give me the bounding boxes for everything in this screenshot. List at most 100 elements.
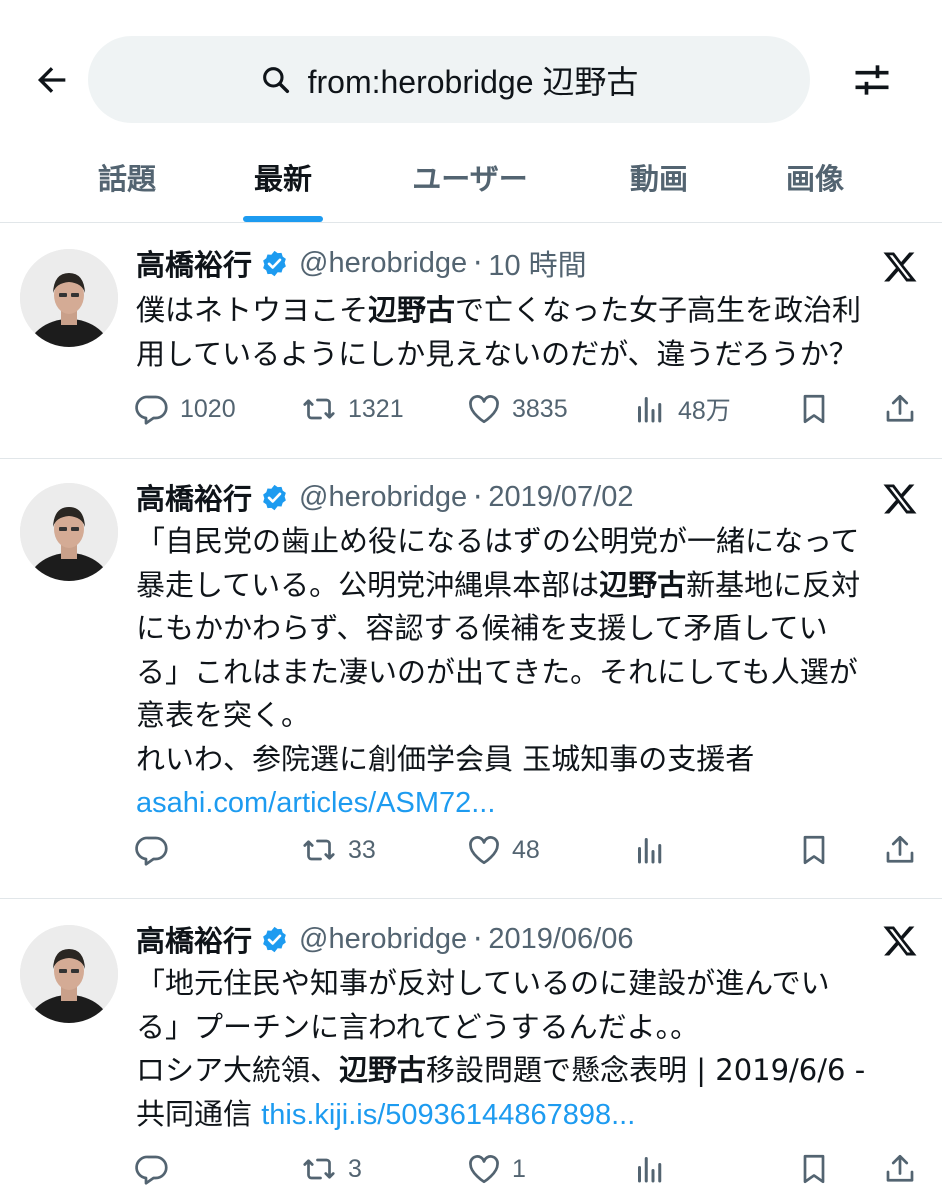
avatar[interactable] bbox=[20, 925, 118, 1023]
tab-latest[interactable]: 最新 bbox=[236, 130, 330, 223]
separator-dot: · bbox=[473, 480, 483, 514]
author-name[interactable]: 高橋裕行 bbox=[136, 918, 252, 960]
tweet-line: 「自民党の歯止め役になるはずの公明党が一緒になって bbox=[136, 520, 926, 564]
text-segment: 「地元住民や知事が反対しているのに建設が進んでい bbox=[136, 966, 830, 1000]
tweet-actions: 1020 1321 3835 48万 bbox=[130, 385, 930, 433]
text-segment: る」プーチンに言われてどうするんだよ。。 bbox=[136, 1009, 700, 1044]
back-arrow-icon bbox=[37, 67, 66, 93]
reply-button[interactable] bbox=[134, 826, 180, 874]
views-icon bbox=[638, 1157, 662, 1183]
tweet-card[interactable]: 高橋裕行 @herobridge · 2019/06/06 「地元住民や知事が反… bbox=[0, 899, 942, 1200]
tweet-line: ロシア大統領、辺野古移設問題で懸念表明 | 2019/6/6 - bbox=[136, 1049, 926, 1093]
share-button[interactable] bbox=[882, 826, 918, 874]
highlighted-keyword: 辺野古 bbox=[599, 567, 687, 602]
back-button[interactable] bbox=[28, 56, 76, 104]
text-segment: 「自民党の歯止め役になるはずの公明党が一緒になって bbox=[136, 524, 860, 558]
text-segment: 暴走している。公明党沖縄県本部は bbox=[136, 567, 600, 602]
tab-videos[interactable]: 動画 bbox=[612, 130, 706, 223]
tweet-line: れいわ、参院選に創価学会員 玉城知事の支援者 bbox=[136, 738, 926, 782]
text-segment: で亡くなった女子高生を政治利 bbox=[455, 293, 862, 327]
like-button[interactable]: 3835 bbox=[466, 385, 568, 433]
repost-count: 3 bbox=[348, 1154, 362, 1183]
views-icon bbox=[638, 838, 662, 864]
views-button[interactable] bbox=[632, 826, 678, 874]
author-handle[interactable]: @herobridge bbox=[299, 923, 467, 956]
repost-icon bbox=[303, 1158, 335, 1180]
repost-count: 33 bbox=[348, 835, 376, 864]
reply-button[interactable] bbox=[134, 1145, 180, 1193]
text-segment: 移設問題で懸念表明 | 2019/6/6 - bbox=[426, 1053, 866, 1087]
like-icon bbox=[469, 1155, 499, 1184]
text-segment: ロシア大統領、 bbox=[136, 1053, 340, 1087]
bookmark-button[interactable] bbox=[796, 385, 832, 433]
repost-button[interactable]: 1321 bbox=[300, 385, 404, 433]
reply-icon bbox=[135, 395, 168, 425]
tab-images[interactable]: 画像 bbox=[768, 130, 862, 223]
filter-icon bbox=[855, 65, 889, 95]
author-name[interactable]: 高橋裕行 bbox=[136, 242, 252, 284]
repost-button[interactable]: 3 bbox=[300, 1145, 362, 1193]
article-link[interactable]: this.kiji.is/50936144867898... bbox=[261, 1099, 635, 1131]
views-icon bbox=[638, 397, 662, 423]
tweet-time[interactable]: 10 時間 bbox=[488, 242, 586, 284]
search-header: from:herobridge 辺野古 bbox=[0, 0, 942, 130]
tweet-line: る」プーチンに言われてどうするんだよ。。 bbox=[136, 1006, 926, 1050]
verified-badge-icon bbox=[260, 249, 289, 278]
like-button[interactable]: 48 bbox=[466, 826, 540, 874]
tab-trending[interactable]: 話題 bbox=[80, 130, 174, 223]
search-query: from:herobridge 辺野古 bbox=[307, 63, 639, 100]
repost-button[interactable]: 33 bbox=[300, 826, 376, 874]
x-logo-icon bbox=[880, 247, 920, 287]
filter-button[interactable] bbox=[848, 56, 896, 104]
tweet-header: 高橋裕行 @herobridge · 10 時間 bbox=[136, 243, 587, 283]
bookmark-button[interactable] bbox=[796, 1145, 832, 1193]
highlighted-keyword: 辺野古 bbox=[339, 1053, 427, 1087]
repost-icon bbox=[303, 839, 335, 861]
tweet-text: 「自民党の歯止め役になるはずの公明党が一緒になって 暴走している。公明党沖縄県本… bbox=[136, 520, 926, 826]
article-link[interactable]: asahi.com/articles/ASM72... bbox=[136, 787, 495, 819]
tweet-time[interactable]: 2019/07/02 bbox=[488, 481, 633, 514]
tweet-time[interactable]: 2019/06/06 bbox=[488, 923, 633, 956]
avatar[interactable] bbox=[20, 249, 118, 347]
views-button[interactable]: 48万 bbox=[632, 385, 731, 433]
text-segment: 用しているようにしか見えないのだが、違うだろうか？ bbox=[136, 336, 858, 371]
highlighted-keyword: 辺野古 bbox=[368, 293, 456, 327]
tweet-line: 意表を突く。 bbox=[136, 694, 926, 738]
active-tab-indicator bbox=[243, 216, 323, 222]
bookmark-icon bbox=[803, 835, 825, 865]
x-logo-icon bbox=[880, 921, 920, 961]
tweet-card[interactable]: 高橋裕行 @herobridge · 10 時間 僕はネトウヨこそ辺野古で亡くな… bbox=[0, 223, 942, 459]
tweet-card[interactable]: 高橋裕行 @herobridge · 2019/07/02 「自民党の歯止め役に… bbox=[0, 459, 942, 899]
share-icon bbox=[886, 835, 914, 863]
views-button[interactable] bbox=[632, 1145, 678, 1193]
repost-icon bbox=[303, 398, 335, 420]
share-button[interactable] bbox=[882, 1145, 918, 1193]
search-input[interactable]: from:herobridge 辺野古 bbox=[88, 36, 810, 123]
tweet-text: 僕はネトウヨこそ辺野古で亡くなった女子高生を政治利 用しているようにしか見えない… bbox=[136, 289, 926, 376]
tab-users[interactable]: ユーザー bbox=[400, 130, 540, 223]
tweet-line: 僕はネトウヨこそ辺野古で亡くなった女子高生を政治利 bbox=[136, 289, 926, 333]
reply-button[interactable]: 1020 bbox=[134, 385, 236, 433]
author-name[interactable]: 高橋裕行 bbox=[136, 476, 252, 518]
author-handle[interactable]: @herobridge bbox=[299, 247, 467, 280]
tweet-actions: 33 48 bbox=[130, 826, 930, 874]
separator-dot: · bbox=[473, 922, 483, 956]
tweet-line: 用しているようにしか見えないのだが、違うだろうか？ bbox=[136, 333, 926, 377]
text-segment: にもかかわらず、容認する候補を支援して矛盾してい bbox=[136, 611, 828, 645]
reply-count: 1020 bbox=[180, 394, 236, 423]
bookmark-button[interactable] bbox=[796, 826, 832, 874]
tweet-line: asahi.com/articles/ASM72... bbox=[136, 781, 926, 826]
author-handle[interactable]: @herobridge bbox=[299, 481, 467, 514]
avatar[interactable] bbox=[20, 483, 118, 581]
text-segment: る」これはまた凄いのが出てきた。それにしても人選が bbox=[136, 654, 858, 689]
verified-badge-icon bbox=[260, 925, 289, 954]
tweet-line: にもかかわらず、容認する候補を支援して矛盾してい bbox=[136, 607, 926, 651]
like-icon bbox=[469, 836, 499, 865]
like-button[interactable]: 1 bbox=[466, 1145, 526, 1193]
bookmark-icon bbox=[803, 1154, 825, 1184]
tweet-header: 高橋裕行 @herobridge · 2019/07/02 bbox=[136, 477, 634, 517]
tweet-line: 共同通信 this.kiji.is/50936144867898... bbox=[136, 1093, 926, 1138]
search-icon bbox=[260, 63, 294, 97]
text-segment: 僕はネトウヨこそ bbox=[136, 293, 369, 327]
share-button[interactable] bbox=[882, 385, 918, 433]
